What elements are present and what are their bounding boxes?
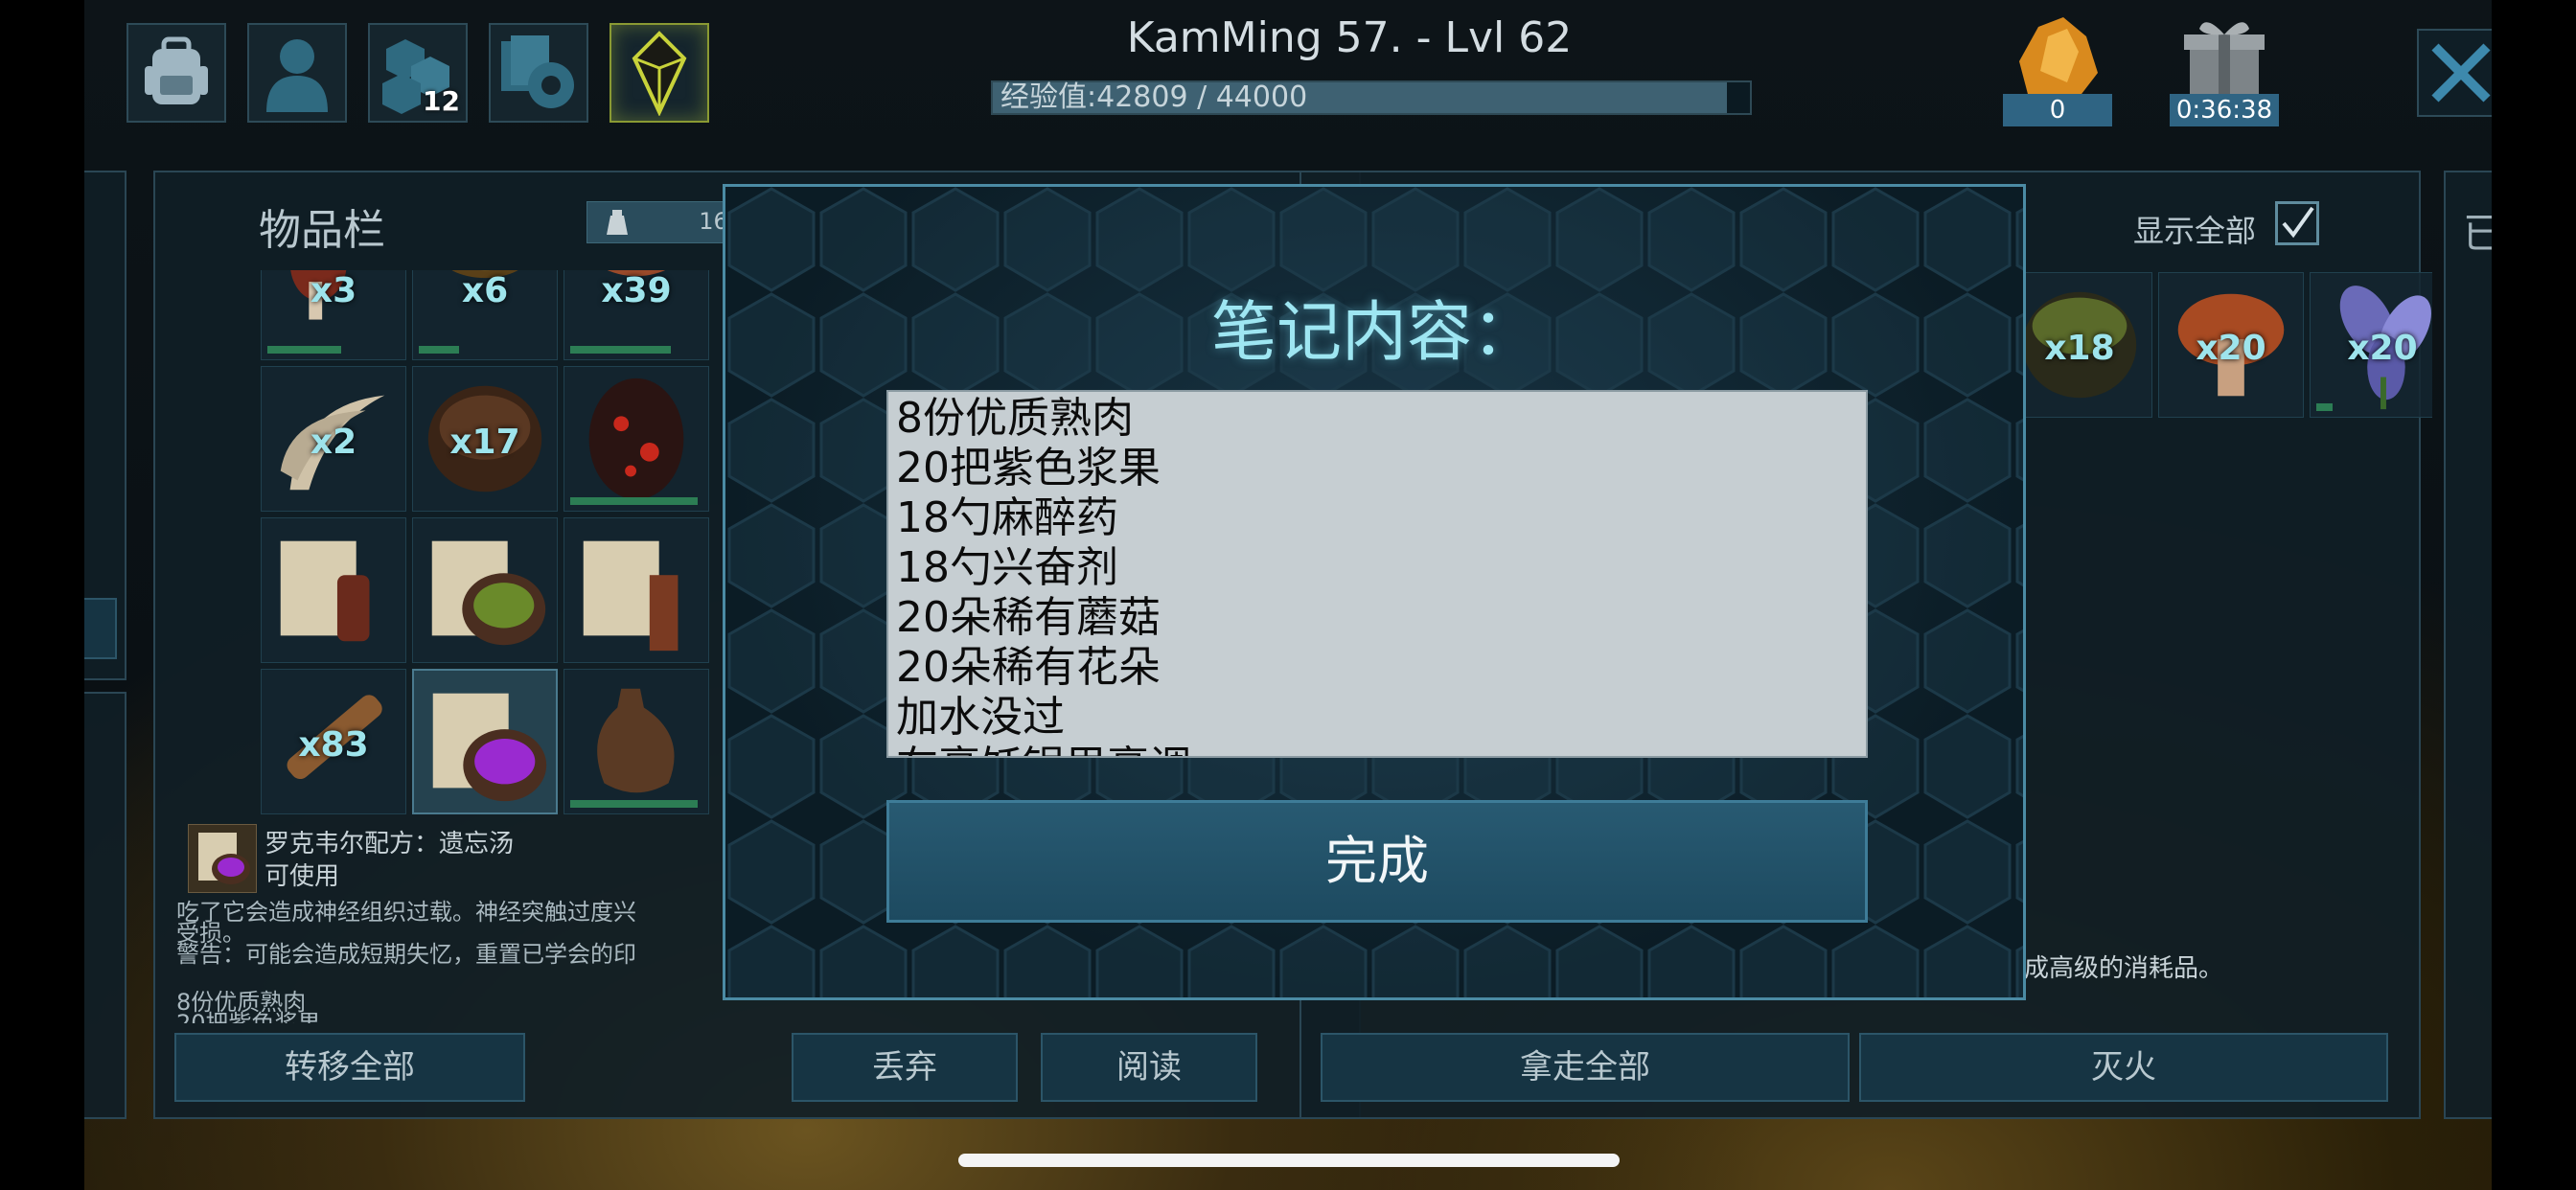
left-edge-panel-lower [84,692,126,1119]
right-edge-panel: 已 [2444,171,2492,1119]
durability-bar [570,346,671,354]
durability-bar [570,497,698,505]
tab-engrams[interactable]: 12 [368,23,468,123]
tab-tribe[interactable] [610,23,709,123]
item-slot-9[interactable] [564,517,709,663]
item-desc-line1: 吃了它会造成神经组织过载。神经突触过度兴 [176,899,636,926]
note-line: 18勺麻醉药 [896,493,1118,542]
item-slot-1[interactable]: x3 [261,270,406,360]
egg-icon [588,378,684,500]
item-slot-cook-1[interactable]: x18 [2011,272,2152,418]
settings-icon [501,35,574,108]
character-icon [266,39,328,112]
left-edge-panel [84,171,126,680]
daily-gift[interactable]: 0:36:38 [2170,13,2279,126]
amber-currency[interactable]: 0 [2003,13,2112,126]
close-icon [2431,43,2491,103]
note-line: 在烹饪锅里烹调 [896,743,1858,756]
durability-bar [570,800,698,808]
item-slot-5[interactable]: x17 [412,366,558,512]
engram-points-count: 12 [423,85,460,117]
transfer-all-button[interactable]: 转移全部 [174,1033,525,1102]
item-quantity: x3 [310,271,357,310]
item-quantity: x2 [310,423,357,462]
amber-count: 0 [2003,94,2112,126]
weight-icon [607,210,628,235]
backpack-icon [145,36,208,104]
item-desc-line3: 警告：可能会造成短期失忆，重置已学会的印 [176,941,636,968]
item-slot-cook-2[interactable]: x20 [2158,272,2304,418]
item-quantity: x20 [2196,329,2266,368]
item-quantity: x18 [2044,329,2115,368]
recipe-soup-icon [431,540,546,646]
note-line: 20朵稀有花朵 [896,643,1161,692]
note-line: 20把紫色浆果 [896,444,1161,492]
item-slot-cook-3[interactable]: x20 [2310,272,2432,418]
item-quantity: x6 [461,271,509,310]
modal-title: 笔记内容： [1210,295,1537,371]
selected-item-thumb [188,824,257,893]
tribe-crystal-icon [632,31,687,116]
read-button[interactable]: 阅读 [1041,1033,1257,1102]
right-edge-label: 已 [2463,210,2492,257]
note-line: 20朵稀有蘑菇 [896,593,1161,642]
player-name-level: KamMing 57. - Lvl 62 [1126,13,1573,62]
extinguish-button[interactable]: 灭火 [1859,1033,2388,1102]
note-preview-line2: 20把紫色浆果 [176,1010,321,1023]
take-all-button[interactable]: 拿走全部 [1321,1033,1850,1102]
item-slot-11[interactable] [412,669,558,814]
home-indicator[interactable] [958,1154,1620,1167]
durability-bar [2316,403,2333,411]
show-all-checkbox[interactable] [2275,201,2319,245]
tab-character[interactable] [247,23,347,123]
xp-bar: 经验值:42809 / 44000 [991,80,1752,115]
game-screen: 12 KamMing 57. - Lvl 62 经验值:42809 / 4400… [84,0,2492,1190]
recipe-wood-icon [583,540,678,652]
item-slot-6[interactable] [564,366,709,512]
gift-timer: 0:36:38 [2170,94,2279,126]
inventory-title: 物品栏 [259,206,385,255]
done-button[interactable]: 完成 [886,800,1868,923]
item-slot-7[interactable] [261,517,406,663]
selected-item-name: 罗克韦尔配方：遗忘汤 [264,830,515,858]
recipe-purple-soup-icon [432,693,547,802]
item-slot-2[interactable]: x6 [412,270,558,360]
cooking-grid: x18 x20 x20 [2011,272,2432,425]
item-slot-4[interactable]: x2 [261,366,406,512]
show-all-label: 显示全部 [2133,213,2257,249]
selected-item-status: 可使用 [264,862,340,891]
item-slot-10[interactable]: x83 [261,669,406,814]
recipe-purple-soup-icon [198,833,250,884]
inventory-grid: x3 x6 x39 x2 x17 x83 [261,270,711,816]
xp-label: 经验值:42809 / 44000 [1000,80,1308,114]
note-line: 8份优质熟肉 [896,394,1134,443]
note-content-textarea[interactable]: 8份优质熟肉 20把紫色浆果 18勺麻醉药 18勺兴奋剂 20朵稀有蘑菇 20朵稀有花朵加… [886,390,1868,758]
recipe-bottle-icon [280,540,370,642]
tab-inventory[interactable] [126,23,226,123]
close-button[interactable] [2417,29,2492,117]
item-quantity: x83 [298,725,369,765]
amber-icon [2019,17,2098,98]
item-quantity: x17 [449,423,520,462]
drop-button[interactable]: 丢弃 [792,1033,1018,1102]
note-line: 18勺兴奋剂 [896,543,1118,592]
checkmark-icon [2282,206,2314,239]
note-modal: 笔记内容： 8份优质熟肉 20把紫色浆果 18勺麻醉药 18勺兴奋剂 20朵稀有蘑菇 20… [723,184,2026,1000]
item-slot-12[interactable] [564,669,709,814]
durability-bar [267,346,341,354]
note-line: 加水没过 [896,693,1065,742]
durability-bar [419,346,459,354]
item-slot-3[interactable]: x39 [564,270,709,360]
item-quantity: x20 [2347,329,2418,368]
item-quantity: x39 [601,271,672,310]
item-slot-8[interactable] [412,517,558,663]
left-edge-button[interactable] [84,598,117,659]
gift-icon [2184,22,2265,96]
tab-settings[interactable] [489,23,588,123]
waterskin-icon [597,688,675,793]
